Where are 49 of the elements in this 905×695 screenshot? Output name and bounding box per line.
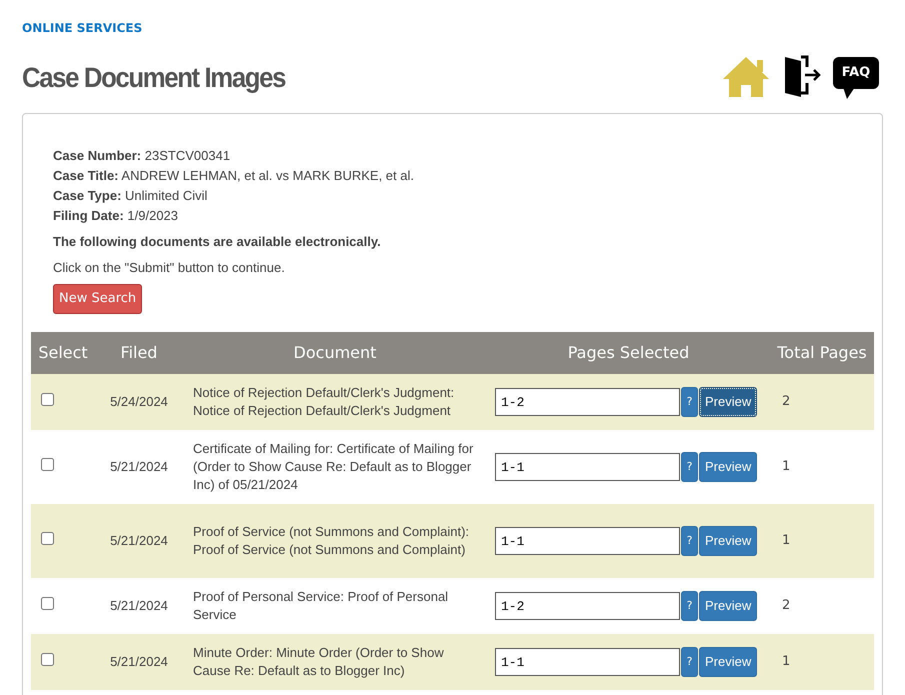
column-header: Document bbox=[183, 332, 487, 374]
case-info-text: Case Title: ANDREW LEHMAN, et al. vs MARK BURKE, et al. bbox=[53, 167, 415, 185]
document-title: Proof of Personal Service: Proof of Personal Service bbox=[193, 588, 450, 624]
new-search-button[interactable]: New Search bbox=[53, 284, 142, 314]
total-pages: 2 bbox=[782, 598, 790, 614]
total-pages: 1 bbox=[782, 533, 790, 548]
help-button[interactable]: ? bbox=[681, 647, 698, 677]
instruction-text: Click on the "Submit" button to continue. bbox=[53, 259, 286, 277]
select-checkbox[interactable] bbox=[41, 653, 54, 666]
document-title: Certificate of Mailing for: Certificate of Mailing for (Order to Show Cause Re: Default as to Blogger Inc) of 05/21/2024 bbox=[193, 440, 474, 494]
filed-date: 5/21/2024 bbox=[110, 533, 168, 548]
document-title: Proof of Service (not Summons and Complaint): Proof of Service (not Summons and Complaint) bbox=[193, 523, 470, 559]
filed-date: 5/21/2024 bbox=[110, 598, 168, 614]
filed-date: 5/21/2024 bbox=[110, 654, 168, 670]
preview-button[interactable]: Preview bbox=[699, 647, 758, 677]
notice-text: The following documents are available electronically. bbox=[53, 233, 382, 251]
preview-button[interactable]: Preview bbox=[699, 387, 758, 417]
pages-input-field[interactable]: 1-2 bbox=[495, 592, 680, 620]
select-checkbox[interactable] bbox=[41, 393, 54, 406]
help-button[interactable]: ? bbox=[681, 452, 698, 482]
case-info-text: Case Type: Unlimited Civil bbox=[53, 187, 208, 205]
column-header: Filed bbox=[95, 332, 183, 374]
page-title: Case Document Images bbox=[22, 61, 286, 95]
pages-input-field[interactable]: 1-1 bbox=[495, 527, 680, 555]
pages-input-field[interactable]: 1-1 bbox=[495, 648, 680, 676]
case-info-text: Case Number: 23STCV00341 bbox=[53, 147, 232, 165]
total-pages: 1 bbox=[782, 654, 790, 670]
select-checkbox[interactable] bbox=[41, 597, 54, 610]
column-header: Pages Selected bbox=[487, 332, 770, 374]
help-button[interactable]: ? bbox=[681, 591, 698, 621]
help-button[interactable]: ? bbox=[681, 387, 698, 417]
breadcrumb-link[interactable]: ONLINE SERVICES bbox=[22, 21, 142, 35]
document-title: Minute Order: Minute Order (Order to Show Cause Re: Default as to Blogger Inc) bbox=[193, 644, 445, 680]
preview-button[interactable]: Preview bbox=[699, 591, 758, 621]
help-button[interactable]: ? bbox=[681, 526, 698, 556]
column-header: Total Pages bbox=[770, 332, 874, 374]
column-header: Select bbox=[31, 332, 95, 374]
case-info-text: Filing Date: 1/9/2023 bbox=[53, 207, 180, 225]
filed-date: 5/21/2024 bbox=[110, 459, 168, 474]
pages-input-field[interactable]: 1-1 bbox=[495, 453, 680, 481]
preview-button[interactable]: Preview bbox=[699, 452, 758, 482]
total-pages: 2 bbox=[782, 394, 790, 410]
select-checkbox[interactable] bbox=[41, 532, 54, 545]
pages-input-field[interactable]: 1-2 bbox=[495, 388, 680, 416]
total-pages: 1 bbox=[782, 459, 790, 474]
preview-button[interactable]: Preview bbox=[699, 526, 758, 556]
filed-date: 5/24/2024 bbox=[110, 394, 168, 410]
document-title: Notice of Rejection Default/Clerk's Judgment: Notice of Rejection Default/Clerk's Judgment bbox=[193, 384, 456, 420]
select-checkbox[interactable] bbox=[41, 458, 54, 471]
